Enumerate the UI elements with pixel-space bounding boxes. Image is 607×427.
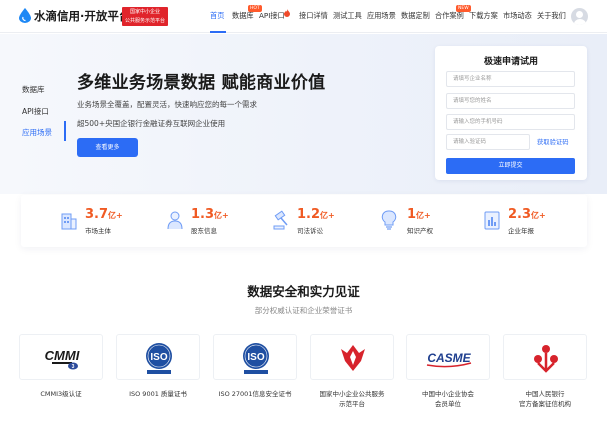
top-navbar: 水滴信用·开放平台 国家中小企业 公共服务示范平台 首页 数据库 HOT API… [0, 0, 607, 33]
side-tab-api[interactable]: API接口 [22, 106, 49, 117]
stat-value-unit: 亿+ [416, 211, 431, 220]
stat-value-unit: 亿+ [108, 211, 123, 220]
stat-label: 知识产权 [407, 227, 433, 235]
bulb-icon [381, 210, 397, 230]
nav-cases[interactable]: 合作案例 [435, 11, 464, 21]
cert-card-iso9001[interactable]: ISO [116, 334, 200, 380]
cert-card-casme[interactable]: CASME [406, 334, 490, 380]
stat-value-number: 3.7 [85, 207, 109, 222]
hero-subtitle-1: 业务场景全覆盖，配置灵活，快速响应您的每一个需求 [77, 100, 257, 109]
cert-label-line: 会员单位 [435, 400, 461, 408]
nav-api-detail[interactable]: 接口详情 [299, 11, 328, 21]
cert-label-line: 示范平台 [339, 400, 365, 408]
iso-logo-icon: ISO [146, 343, 172, 374]
stat-value-number: 1.3 [191, 207, 215, 222]
svg-text:3: 3 [72, 364, 75, 370]
iso-logo-icon: ISO [243, 343, 269, 374]
cert-label: CMMI3级认证 [13, 389, 109, 399]
stat-label: 司法诉讼 [297, 227, 323, 235]
stat-value: 1亿+ [407, 207, 431, 222]
badge-line-2: 公共服务示范平台 [124, 17, 165, 24]
stat-value-number: 2.3 [508, 207, 532, 222]
iso-logo-text: ISO [150, 352, 167, 363]
water-drop-logo-icon[interactable] [19, 8, 31, 23]
badge-line-1: 国家中小企业 [129, 9, 160, 15]
stat-value: 3.7亿+ [85, 207, 123, 222]
stat-value: 2.3亿+ [508, 207, 546, 222]
cert-label-line: 中国中小企业协会 [422, 390, 474, 398]
iso-logo-text: ISO [247, 352, 264, 363]
side-tab-database[interactable]: 数据库 [22, 84, 45, 95]
cert-label: ISO 9001 质量证书 [110, 389, 206, 399]
cert-label-line: 中国人民银行 [525, 390, 565, 398]
nav-scenarios[interactable]: 应用场景 [367, 11, 396, 21]
cert-card-sme-platform[interactable] [310, 334, 394, 380]
nav-news[interactable]: 市场动态 [503, 11, 532, 21]
person-icon [167, 211, 183, 230]
stat-value-unit: 亿+ [531, 211, 546, 220]
cert-label-line: ISO 27001信息安全证书 [218, 390, 292, 398]
sme-platform-logo-icon [341, 345, 365, 371]
hero-subtitle-2: 超500+央国企银行金融证券互联网企业使用 [77, 119, 226, 128]
fire-icon [284, 9, 290, 17]
nav-database[interactable]: 数据库 [232, 11, 254, 21]
name-field[interactable]: 请填写您的姓名 [446, 93, 575, 109]
cert-label-line: ISO 9001 质量证书 [129, 390, 187, 398]
cert-label-line: 官方备案征信机构 [519, 400, 571, 408]
casme-logo-text: CASME [427, 351, 471, 365]
cert-card-pboc[interactable] [503, 334, 587, 380]
nav-api[interactable]: API接口 [259, 11, 285, 21]
stat-label: 企业年报 [508, 227, 534, 235]
company-name-field[interactable]: 请填写企业名称 [446, 71, 575, 87]
cert-label: ISO 27001信息安全证书 [207, 389, 303, 399]
cert-label: 中国中小企业协会 会员单位 [400, 389, 496, 409]
cmmi-logo-icon: CMMI 3 [45, 348, 80, 370]
nav-test-tool[interactable]: 测试工具 [333, 11, 362, 21]
view-more-button[interactable]: 查看更多 [77, 138, 138, 157]
stat-label: 市场主体 [85, 227, 111, 235]
logo-text[interactable]: 水滴信用·开放平台 [34, 8, 130, 24]
gavel-icon [273, 210, 288, 230]
stat-value-number: 1 [407, 207, 417, 222]
phone-field[interactable]: 请输入您的手机号码 [446, 114, 575, 130]
nav-about[interactable]: 关于我们 [537, 11, 566, 21]
certs-section-title: 数据安全和实力见证 [247, 284, 360, 299]
cert-card-iso27001[interactable]: ISO [213, 334, 297, 380]
cert-label-line: 国家中小企业公共服务 [319, 390, 385, 398]
casme-logo-icon: CASME [426, 351, 472, 368]
report-icon [484, 211, 500, 230]
cert-label: 国家中小企业公共服务 示范平台 [304, 389, 400, 409]
nav-active-underline [210, 31, 226, 33]
stat-value-unit: 亿+ [214, 211, 229, 220]
demo-platform-badge: 国家中小企业 公共服务示范平台 [122, 7, 168, 26]
cert-label: 中国人民银行 官方备案征信机构 [497, 389, 593, 409]
submit-button[interactable]: 立即提交 [446, 158, 575, 174]
cert-card-cmmi[interactable]: CMMI 3 [19, 334, 103, 380]
user-avatar[interactable] [571, 8, 588, 25]
cert-label-line: CMMI3级认证 [40, 390, 82, 398]
stats-bar: 3.7亿+ 市场主体 1.3亿+ 股东信息 1.2亿+ 司法诉讼 1亿+ 知识产… [21, 195, 587, 247]
stat-value-number: 1.2 [297, 207, 321, 222]
hero-title: 多维业务场景数据 赋能商业价值 [77, 73, 326, 93]
form-title: 极速申请试用 [483, 57, 538, 67]
nav-custom-data[interactable]: 数据定制 [401, 11, 430, 21]
stat-value: 1.2亿+ [297, 207, 335, 222]
side-active-indicator [64, 121, 66, 141]
stat-label: 股东信息 [191, 227, 217, 235]
pboc-logo-icon [534, 345, 558, 373]
building-icon [61, 213, 77, 230]
cmmi-logo-text: CMMI [45, 348, 80, 363]
nav-download[interactable]: 下载方案 [469, 11, 498, 21]
certs-section-subtitle: 部分权威认证和企业荣誉证书 [254, 306, 353, 315]
nav-home[interactable]: 首页 [210, 11, 224, 21]
stat-value: 1.3亿+ [191, 207, 229, 222]
code-field[interactable]: 请输入验证码 [446, 134, 530, 150]
side-tab-scenarios[interactable]: 应用场景 [22, 127, 52, 138]
stat-value-unit: 亿+ [320, 211, 335, 220]
trial-form: 极速申请试用 请填写企业名称 请填写您的姓名 请输入您的手机号码 请输入验证码 … [435, 46, 587, 180]
get-code-link[interactable]: 获取验证码 [537, 137, 568, 146]
